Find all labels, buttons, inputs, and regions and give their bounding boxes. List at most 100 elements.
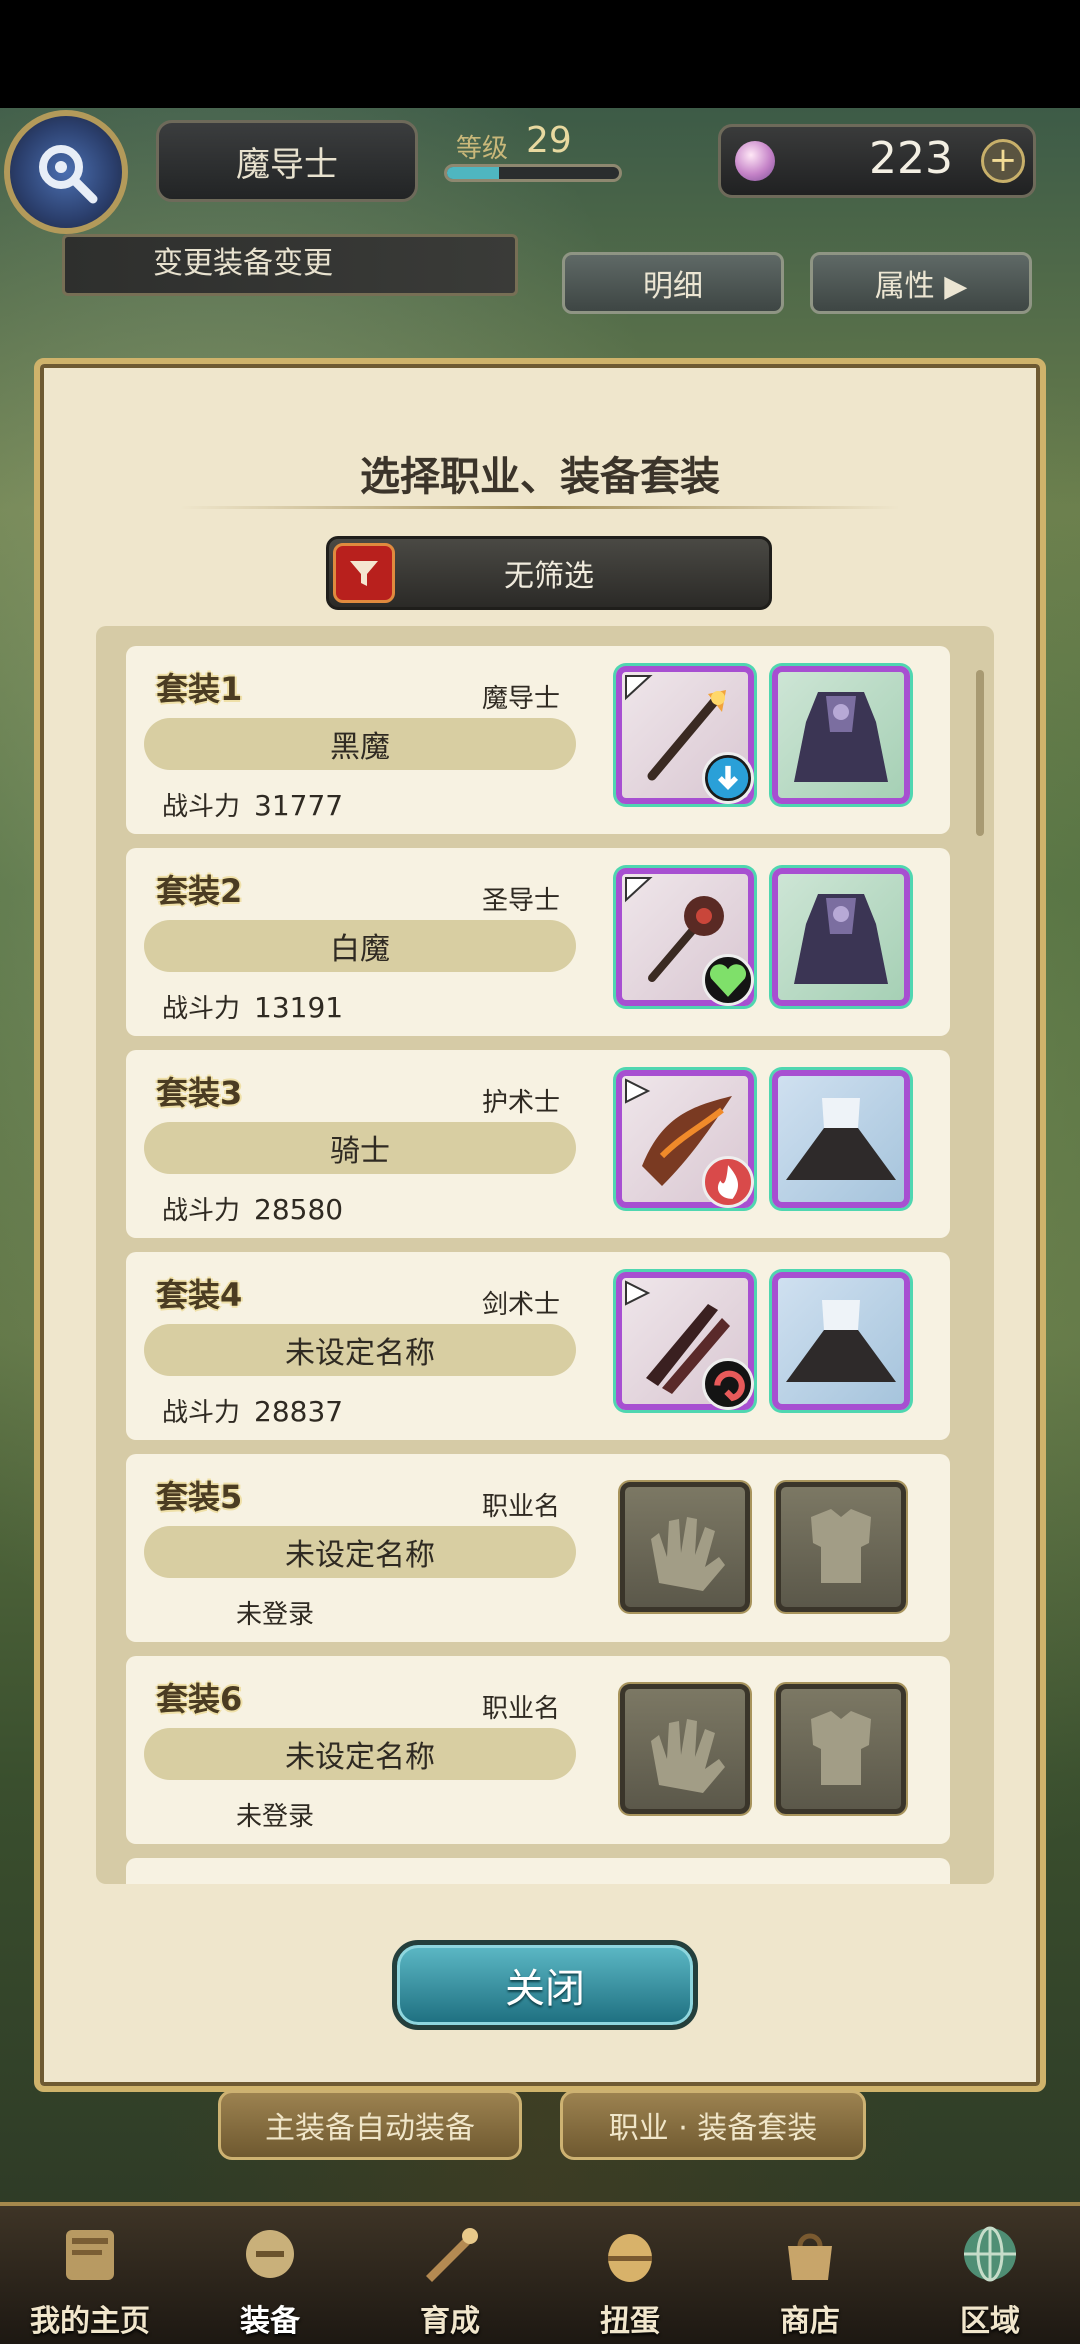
empty-weapon-slot[interactable] — [620, 1684, 750, 1814]
robe-icon — [794, 894, 888, 984]
attributes-button[interactable]: 属性 ▶ — [810, 252, 1032, 314]
empty-weapon-slot[interactable] — [620, 1482, 750, 1612]
unregistered-label: 未登录 — [236, 1600, 315, 1630]
nav-label: 育成 — [420, 2304, 480, 2339]
set-label: 套装4 — [156, 1276, 243, 1314]
weapon-slot[interactable] — [616, 1070, 754, 1208]
set-name: 未设定名称 — [144, 1728, 576, 1780]
level-progress-fill — [447, 167, 499, 179]
armor-outline-icon — [811, 1711, 871, 1785]
set-job: 魔导士 — [482, 684, 561, 714]
armor-slot[interactable] — [772, 868, 910, 1006]
set-card-partial[interactable] — [126, 1858, 950, 1884]
swirl-icon — [702, 1358, 754, 1410]
title-divider — [180, 506, 900, 509]
nav-area[interactable]: 区域 — [900, 2206, 1080, 2344]
empty-armor-slot[interactable] — [776, 1684, 906, 1814]
magnifier-button[interactable] — [4, 110, 128, 234]
filter-icon — [333, 543, 395, 603]
magnifier-icon — [39, 145, 98, 204]
set-power: 战斗力 31777 — [162, 786, 343, 823]
set-card[interactable]: 套装4 剑术士 未设定名称 战斗力 28837 — [126, 1252, 950, 1440]
armor-outline-icon — [811, 1509, 871, 1583]
power-label: 战斗力 — [162, 1398, 241, 1428]
weapon-slot[interactable] — [616, 868, 754, 1006]
set-card[interactable]: 套装3 护术士 骑士 战斗力 28580 — [126, 1050, 950, 1238]
set-name: 白魔 — [144, 920, 576, 972]
power-label: 战斗力 — [162, 994, 241, 1024]
gacha-icon — [608, 2234, 652, 2282]
power-value: 31777 — [254, 789, 344, 822]
globe-icon — [964, 2226, 1016, 2282]
set-label: 套装5 — [156, 1478, 243, 1516]
set-job: 护术士 — [482, 1088, 561, 1118]
set-card[interactable]: 套装5 职业名 未设定名称 未登录 — [126, 1454, 950, 1642]
level-indicator: 等级 29 — [440, 120, 630, 190]
equipment-icon — [246, 2230, 294, 2278]
bottom-nav: 我的主页 装备 育成 扭蛋 商店 区域 — [0, 2202, 1080, 2344]
nav-shop[interactable]: 商店 — [720, 2206, 900, 2344]
set-card[interactable]: 套装6 职业名 未设定名称 未登录 — [126, 1656, 950, 1844]
set-label: 套装1 — [156, 670, 243, 708]
training-icon — [426, 2228, 478, 2282]
filter-dropdown[interactable]: 无筛选 — [326, 536, 772, 610]
glove-icon — [651, 1517, 725, 1591]
nav-gacha[interactable]: 扭蛋 — [540, 2206, 720, 2344]
power-label: 战斗力 — [162, 1196, 241, 1226]
level-value: 29 — [526, 120, 572, 161]
set-job: 职业名 — [482, 1694, 561, 1724]
empty-armor-slot[interactable] — [776, 1482, 906, 1612]
heart-icon — [702, 954, 754, 1006]
set-power: 战斗力 13191 — [162, 988, 343, 1025]
dress-icon — [786, 1098, 896, 1180]
armor-slot[interactable] — [772, 1272, 910, 1410]
set-power: 战斗力 28580 — [162, 1190, 343, 1227]
glove-icon — [651, 1719, 725, 1793]
close-button[interactable]: 关闭 — [392, 1940, 698, 2030]
gem-count: 223 — [869, 133, 953, 184]
set-label: 套装6 — [156, 1680, 243, 1718]
armor-slot[interactable] — [772, 666, 910, 804]
armor-slot[interactable] — [772, 1070, 910, 1208]
nav-label: 扭蛋 — [600, 2304, 660, 2339]
set-select-panel: 选择职业、装备套装 无筛选 套装1 魔导士 黑魔 战斗力 31777 套装2 圣… — [34, 358, 1046, 2092]
set-job: 剑术士 — [482, 1290, 561, 1320]
nav-label: 商店 — [780, 2304, 840, 2339]
detail-button[interactable]: 明细 — [562, 252, 784, 314]
set-card[interactable]: 套装1 魔导士 黑魔 战斗力 31777 — [126, 646, 950, 834]
set-list[interactable]: 套装1 魔导士 黑魔 战斗力 31777 套装2 圣导士 白魔 战斗力 1319… — [96, 626, 994, 1884]
level-label: 等级 — [456, 134, 509, 164]
set-job: 职业名 — [482, 1492, 561, 1522]
set-name: 未设定名称 — [144, 1526, 576, 1578]
scrollbar[interactable] — [976, 670, 984, 836]
nav-label: 区域 — [960, 2304, 1020, 2339]
download-icon — [702, 752, 754, 804]
nav-training[interactable]: 育成 — [360, 2206, 540, 2344]
flame-icon — [702, 1156, 754, 1208]
set-card[interactable]: 套装2 圣导士 白魔 战斗力 13191 — [126, 848, 950, 1036]
set-power: 战斗力 28837 — [162, 1392, 343, 1429]
nav-equipment[interactable]: 装备 — [180, 2206, 360, 2344]
gem-counter: 223 + — [718, 124, 1036, 198]
set-name: 骑士 — [144, 1122, 576, 1174]
change-equipment-label: 变更装备变更 — [62, 234, 518, 296]
nav-label: 装备 — [240, 2304, 300, 2339]
dress-icon — [786, 1300, 896, 1382]
weapon-slot[interactable] — [616, 666, 754, 804]
current-job-name: 魔导士 — [156, 120, 418, 202]
robe-icon — [794, 692, 888, 782]
home-scroll-icon — [66, 2230, 114, 2280]
set-name: 黑魔 — [144, 718, 576, 770]
set-job: 圣导士 — [482, 886, 561, 916]
unregistered-label: 未登录 — [236, 1802, 315, 1832]
shop-icon — [788, 2233, 832, 2280]
nav-home[interactable]: 我的主页 — [0, 2206, 180, 2344]
power-label: 战斗力 — [162, 792, 241, 822]
nav-label: 我的主页 — [30, 2304, 150, 2339]
auto-equip-button[interactable]: 主装备自动装备 — [218, 2090, 522, 2160]
job-sets-button[interactable]: 职业 · 装备套装 — [560, 2090, 866, 2160]
weapon-slot[interactable] — [616, 1272, 754, 1410]
add-gems-button[interactable]: + — [981, 139, 1025, 183]
power-value: 28580 — [254, 1193, 344, 1226]
gem-icon — [735, 141, 775, 181]
